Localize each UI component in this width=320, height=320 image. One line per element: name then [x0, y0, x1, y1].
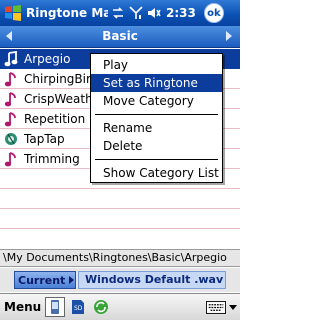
list-item-label: Arpegio: [24, 52, 71, 66]
music-note-icon: [2, 150, 20, 168]
music-note-icon: [2, 50, 20, 68]
clock[interactable]: 2:33: [166, 6, 196, 20]
music-note-icon: [2, 110, 20, 128]
sync-icon[interactable]: [91, 297, 111, 317]
current-button[interactable]: Current: [14, 271, 76, 289]
current-button-label: Current: [18, 273, 66, 287]
list-item-label: TapTap: [24, 132, 65, 146]
menu-button[interactable]: Menu: [4, 300, 41, 314]
svg-text:SD: SD: [74, 305, 83, 312]
input-selector-arrow-icon[interactable]: [229, 305, 237, 310]
ok-button[interactable]: ok: [203, 3, 224, 23]
category-bar: Basic: [0, 26, 240, 48]
menu-item-rename[interactable]: Rename: [91, 119, 222, 137]
list-item-label: Repetition: [24, 112, 86, 126]
title-bar: Ringtone Ma 2:33 ok: [0, 0, 240, 26]
volume-icon[interactable]: [146, 4, 162, 22]
menu-item-play[interactable]: Play: [91, 56, 222, 74]
menu-bar: Menu SD: [0, 293, 240, 320]
current-ringtone-bar: Current Windows Default .wav: [0, 268, 240, 292]
menu-item-set-as-ringtone[interactable]: Set as Ringtone: [91, 74, 222, 92]
next-category-arrow-icon[interactable]: [226, 31, 232, 41]
current-ringtone-value: Windows Default .wav: [78, 271, 226, 289]
menu-item-delete[interactable]: Delete: [91, 137, 222, 155]
app-title: Ringtone Ma: [26, 6, 108, 20]
context-menu: Play Set as Ringtone Move Category Renam…: [90, 53, 223, 183]
audio-file-icon: [2, 130, 20, 148]
start-logo-icon[interactable]: [0, 0, 26, 26]
category-name[interactable]: Basic: [0, 29, 240, 43]
signal-icon[interactable]: [128, 4, 144, 22]
menu-divider: [95, 159, 218, 160]
music-note-icon: [2, 70, 20, 88]
menu-item-show-category-list[interactable]: Show Category List: [91, 164, 222, 182]
connectivity-icon[interactable]: [110, 4, 126, 22]
list-item-label: ChirpingBird: [24, 72, 99, 86]
device-icon[interactable]: [45, 297, 66, 317]
storage-card-icon[interactable]: SD: [68, 297, 88, 317]
play-arrow-icon: [69, 276, 75, 284]
music-note-icon: [2, 90, 20, 108]
list-item-label: Trimming: [24, 152, 80, 166]
menu-item-move-category[interactable]: Move Category: [91, 92, 222, 110]
file-path: \My Documents\Ringtones\Basic\Arpegio: [0, 249, 240, 267]
menu-divider: [95, 114, 218, 115]
keyboard-icon[interactable]: [205, 299, 227, 315]
